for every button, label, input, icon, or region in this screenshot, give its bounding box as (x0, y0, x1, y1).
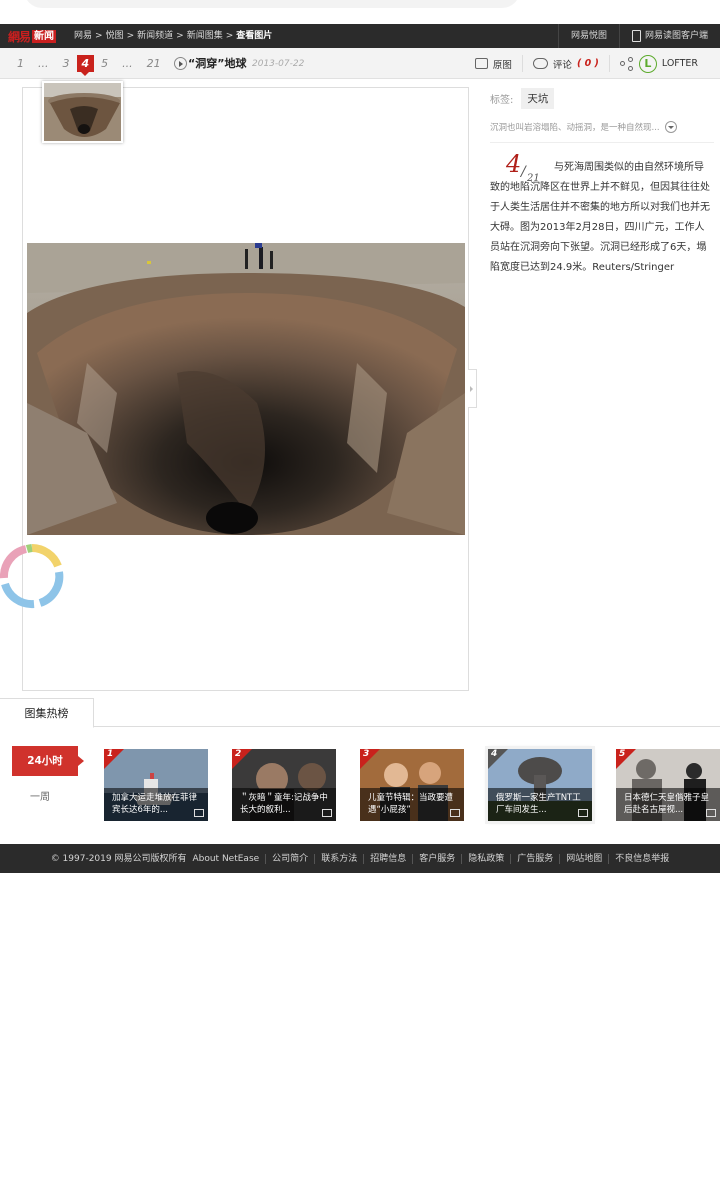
tags-label: 标签: (490, 95, 514, 106)
breadcrumb-separator: > (176, 31, 184, 41)
page-link-3[interactable]: 3 (56, 57, 77, 70)
page-link-21[interactable]: 21 (140, 57, 168, 70)
footer-link-about[interactable]: About NetEase (192, 854, 265, 864)
hot-gallery-item[interactable]: 2 ＂灰暗＂童年:记战争中长大的叙利... (232, 749, 336, 821)
footer-copyright: © 1997-2019 网易公司版权所有 (50, 853, 187, 864)
breadcrumb: 网易 > 悦图 > 新闻频道 > 新闻图集 > 查看图片 (74, 24, 272, 48)
top-right-links: 网易悦图 网易读图客户端 (557, 24, 720, 48)
comment-label: 评论 (552, 59, 572, 71)
lofter-label: LOFTER (661, 58, 698, 69)
gallery-title: “洞穿”地球 (188, 57, 247, 70)
breadcrumb-current: 查看图片 (236, 31, 273, 41)
hot-gallery-item[interactable]: 1 加拿大运走堆放在菲律宾长达6年的... (104, 749, 208, 821)
breadcrumb-yuetu[interactable]: 悦图 (106, 24, 124, 48)
client-download-label: 网易读图客户端 (644, 31, 708, 41)
rank-number: 5 (619, 749, 626, 759)
hot-gallery-tabs: 图集热榜 (0, 698, 720, 728)
rank-number: 3 (363, 749, 370, 759)
original-image-button[interactable]: 原图 (465, 55, 522, 72)
breadcrumb-separator: > (126, 31, 135, 41)
gallery-icon (194, 809, 204, 817)
gallery-icon (450, 809, 460, 817)
hot-gallery-item[interactable]: 3 儿童节特辑：当政要遭遇“小屁孩” (360, 749, 464, 821)
gallery-icon (578, 809, 588, 817)
comment-count: ( 0 ) (576, 58, 599, 69)
search-bar-remnant[interactable] (24, 0, 520, 8)
tags-row: 标签: 天坑 (490, 88, 555, 109)
comment-button[interactable]: 评论 ( 0 ) (521, 55, 609, 72)
footer-link-privacy[interactable]: 隐私政策 (461, 853, 510, 864)
gallery-icon (706, 809, 716, 817)
footer-link-service[interactable]: 客户服务 (412, 853, 461, 864)
hot-item-caption: 儿童节特辑：当政要遭遇“小屁孩” (360, 788, 464, 821)
summary-text: 沉洞也叫岩溶塌陷、动摇洞，是一种自然现... (490, 123, 660, 133)
breadcrumb-netease[interactable]: 网易 (74, 24, 92, 48)
gallery-summary: 沉洞也叫岩溶塌陷、动摇洞，是一种自然现... (490, 121, 677, 133)
phone-icon (631, 30, 641, 42)
gallery-date: 2013-07-22 (252, 59, 305, 69)
rank-number: 4 (491, 749, 498, 759)
thumbnail-preview[interactable] (42, 81, 123, 143)
tab-hot-gallery[interactable]: 图集热榜 (0, 698, 94, 728)
footer-link-company[interactable]: 公司简介 (265, 853, 314, 864)
gallery-tools: 原图 评论 ( 0 ) L LOFTER (465, 48, 708, 79)
netease-news-logo[interactable]: 網易 新闻 (8, 27, 57, 45)
page-navigation: 1 ... 3 4 5 ... 21 (10, 48, 187, 79)
yuetu-link-label: 网易悦图 (570, 31, 607, 41)
original-image-icon (474, 58, 488, 69)
photo-viewer (22, 81, 469, 691)
period-week-button[interactable]: 一周 (12, 788, 68, 803)
page-link-current[interactable]: 4 (76, 55, 95, 76)
main-photo[interactable] (27, 243, 465, 535)
page-footer: © 1997-2019 网易公司版权所有 About NetEase 公司简介 … (0, 844, 720, 873)
footer-link-ads[interactable]: 广告服务 (510, 853, 559, 864)
hot-item-caption: 日本德仁天皇偕雅子皇后赴名古屋视... (616, 788, 720, 821)
footer-link-jobs[interactable]: 招聘信息 (363, 853, 412, 864)
share-icon[interactable] (619, 56, 634, 71)
hot-gallery-item[interactable]: 5 日本德仁天皇偕雅子皇后赴名古屋视... (616, 749, 720, 821)
hot-gallery-item-selected[interactable]: 4 俄罗斯一家生产TNT工厂车间发生... (485, 746, 595, 824)
page-link-1[interactable]: 1 (10, 57, 31, 70)
breadcrumb-separator: > (95, 31, 103, 41)
panel-collapse-handle[interactable] (468, 369, 477, 408)
lofter-icon: L (638, 54, 657, 73)
hot-item-caption: ＂灰暗＂童年:记战争中长大的叙利... (232, 788, 336, 821)
rank-number: 1 (107, 749, 114, 759)
gallery-pager-bar: 1 ... 3 4 5 ... 21 “洞穿”地球 2013-07-22 原图 … (0, 48, 720, 79)
sinkhole-photo (27, 243, 465, 535)
photo-description: 与死海周围类似的由自然环境所导致的地陷沉降区在世界上并不鲜见，但因其往往处于人类… (490, 162, 710, 273)
comment-icon (532, 58, 548, 69)
breadcrumb-news-gallery[interactable]: 新闻图集 (187, 24, 223, 48)
footer-link-contact[interactable]: 联系方法 (314, 853, 363, 864)
loading-spinner-icon (0, 544, 64, 609)
breadcrumb-separator: > (225, 31, 234, 41)
page-ellipsis: ... (122, 57, 133, 70)
footer-link-report[interactable]: 不良信息举报 (608, 853, 675, 864)
logo-wangyi-text: 網易 (8, 29, 31, 44)
original-image-label: 原图 (492, 59, 512, 71)
rank-number: 2 (235, 749, 242, 759)
info-divider (490, 142, 714, 143)
slideshow-play-icon[interactable] (173, 57, 187, 70)
page-ellipsis: ... (38, 57, 49, 70)
gallery-icon (322, 809, 332, 817)
share-lofter-button[interactable]: L LOFTER (608, 54, 708, 73)
client-download-link[interactable]: 网易读图客户端 (618, 24, 720, 48)
expand-down-icon[interactable] (664, 121, 677, 133)
top-navigation-bar: 網易 新闻 网易 > 悦图 > 新闻频道 > 新闻图集 > 查看图片 网易悦图 … (0, 24, 720, 48)
hot-item-caption: 加拿大运走堆放在菲律宾长达6年的... (104, 788, 208, 821)
breadcrumb-news-channel[interactable]: 新闻频道 (137, 24, 173, 48)
sinkhole-thumbnail-image (44, 83, 121, 141)
logo-news-text: 新闻 (32, 29, 57, 43)
hot-item-caption: 俄罗斯一家生产TNT工厂车间发生... (488, 788, 592, 821)
page-link-5[interactable]: 5 (94, 57, 115, 70)
period-24h-button[interactable]: 24小时 (12, 746, 84, 776)
tag-tiankeng[interactable]: 天坑 (521, 88, 555, 109)
yuetu-link[interactable]: 网易悦图 (557, 24, 619, 48)
footer-link-sitemap[interactable]: 网站地图 (559, 853, 608, 864)
